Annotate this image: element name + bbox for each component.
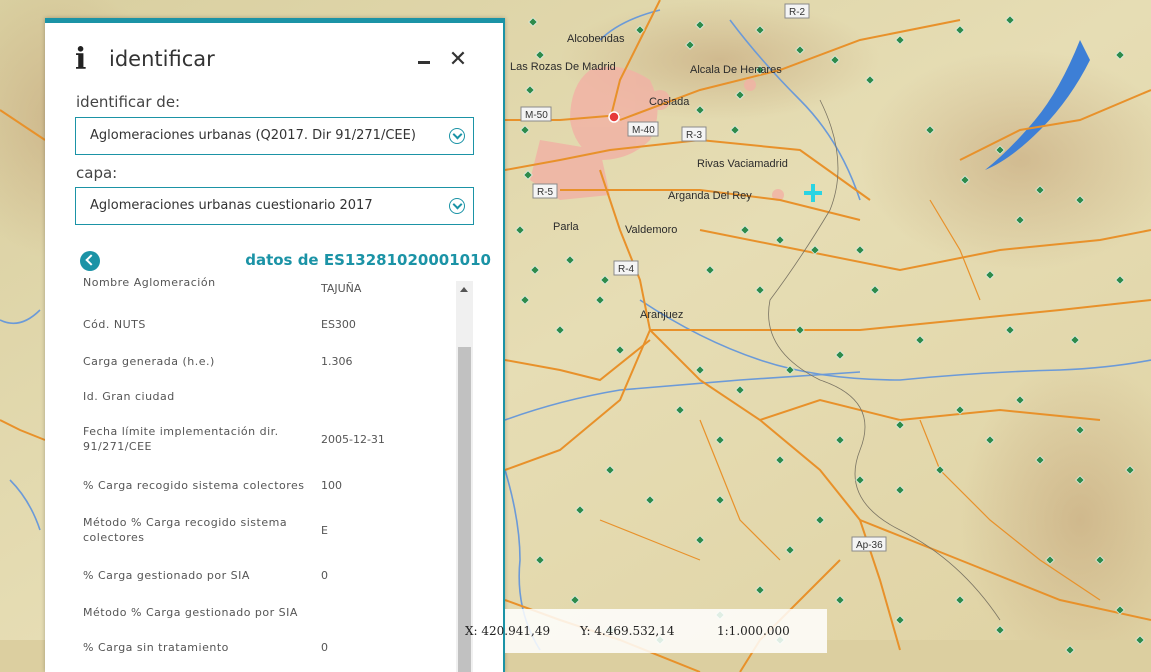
road-badge-r4: R-4	[613, 260, 639, 276]
attr-key: Método % Carga recogido sistema colector…	[83, 516, 288, 544]
layer-value: Aglomeraciones urbanas cuestionario 2017	[90, 198, 373, 213]
attr-value: E	[321, 524, 328, 537]
road-badge-r2: R-2	[784, 3, 810, 19]
close-icon[interactable]: ✕	[447, 49, 469, 71]
attr-value: ES300	[321, 318, 356, 331]
coord-y: Y: 4.469.532,14	[580, 624, 675, 638]
datos-title: datos de ES13281020001010	[245, 251, 491, 269]
scroll-up-arrow-icon[interactable]	[456, 281, 473, 298]
label-las-rozas: Las Rozas De Madrid	[510, 61, 616, 73]
label-alcobendas: Alcobendas	[567, 33, 625, 45]
svg-text:R-5: R-5	[537, 187, 554, 198]
layer-select[interactable]: Aglomeraciones urbanas cuestionario 2017	[75, 187, 474, 225]
minimize-icon[interactable]	[415, 51, 433, 69]
svg-text:R-2: R-2	[789, 7, 806, 18]
attr-key: Cód. NUTS	[83, 318, 146, 331]
attribute-scrollbar[interactable]	[456, 281, 473, 672]
svg-text:M-50: M-50	[525, 110, 548, 121]
attr-value: TAJUÑA	[321, 282, 362, 295]
attr-key: Nombre Aglomeración	[83, 276, 216, 289]
identify-from-label: identificar de:	[76, 93, 181, 111]
panel-title: identificar	[109, 47, 215, 71]
identify-from-value: Aglomeraciones urbanas (Q2017. Dir 91/27…	[90, 128, 416, 143]
label-parla: Parla	[553, 221, 580, 233]
back-arrow-icon[interactable]	[80, 251, 100, 271]
label-coslada: Coslada	[649, 96, 690, 108]
attribute-list: Nombre Aglomeración TAJUÑA Cód. NUTS ES3…	[75, 275, 475, 672]
attr-value: 0	[321, 641, 328, 654]
layer-label: capa:	[76, 164, 118, 182]
attr-key: % Carga sin tratamiento	[83, 641, 229, 654]
coordinates-bar: X: 420.941,49 Y: 4.469.532,14 1:1.000.00…	[465, 609, 827, 653]
attr-key: Carga generada (h.e.)	[83, 355, 215, 368]
identify-panel: i identificar ✕ identificar de: Aglomera…	[45, 18, 505, 672]
attr-key: % Carga recogido sistema colectores	[83, 479, 305, 492]
label-rivas: Rivas Vaciamadrid	[697, 158, 788, 170]
map-scale: 1:1.000.000	[717, 624, 790, 638]
selected-location-marker	[608, 111, 620, 123]
attr-value: 2005-12-31	[321, 433, 385, 446]
panel-header: i identificar ✕	[45, 23, 503, 81]
label-aranjuez: Aranjuez	[640, 309, 683, 321]
road-badge-m50: M-50	[520, 106, 552, 122]
svg-text:Ap-36: Ap-36	[856, 540, 883, 551]
road-badge-m40: M-40	[627, 121, 659, 137]
coord-x: X: 420.941,49	[465, 624, 551, 638]
chevron-down-icon	[449, 128, 465, 144]
attr-key: Fecha límite implementación dir. 91/271/…	[83, 425, 279, 453]
attr-key: % Carga gestionado por SIA	[83, 569, 250, 582]
label-valdemoro: Valdemoro	[625, 224, 677, 236]
svg-text:R-4: R-4	[618, 264, 635, 275]
attr-key: Método % Carga gestionado por SIA	[83, 606, 298, 619]
chevron-down-icon	[449, 198, 465, 214]
road-badge-ap36: Ap-36	[851, 536, 887, 552]
svg-text:R-3: R-3	[686, 130, 703, 141]
road-badge-r3: R-3	[681, 126, 707, 142]
attr-value: 100	[321, 479, 342, 492]
label-arganda: Arganda Del Rey	[668, 190, 752, 202]
identify-from-select[interactable]: Aglomeraciones urbanas (Q2017. Dir 91/27…	[75, 117, 474, 155]
info-icon: i	[75, 42, 87, 77]
svg-text:M-40: M-40	[632, 125, 655, 136]
road-badge-r5: R-5	[532, 183, 558, 199]
attr-value: 0	[321, 569, 328, 582]
attr-key: Id. Gran ciudad	[83, 390, 175, 403]
label-alcala: Alcala De Henares	[690, 64, 782, 76]
attr-value: 1.306	[321, 355, 353, 368]
